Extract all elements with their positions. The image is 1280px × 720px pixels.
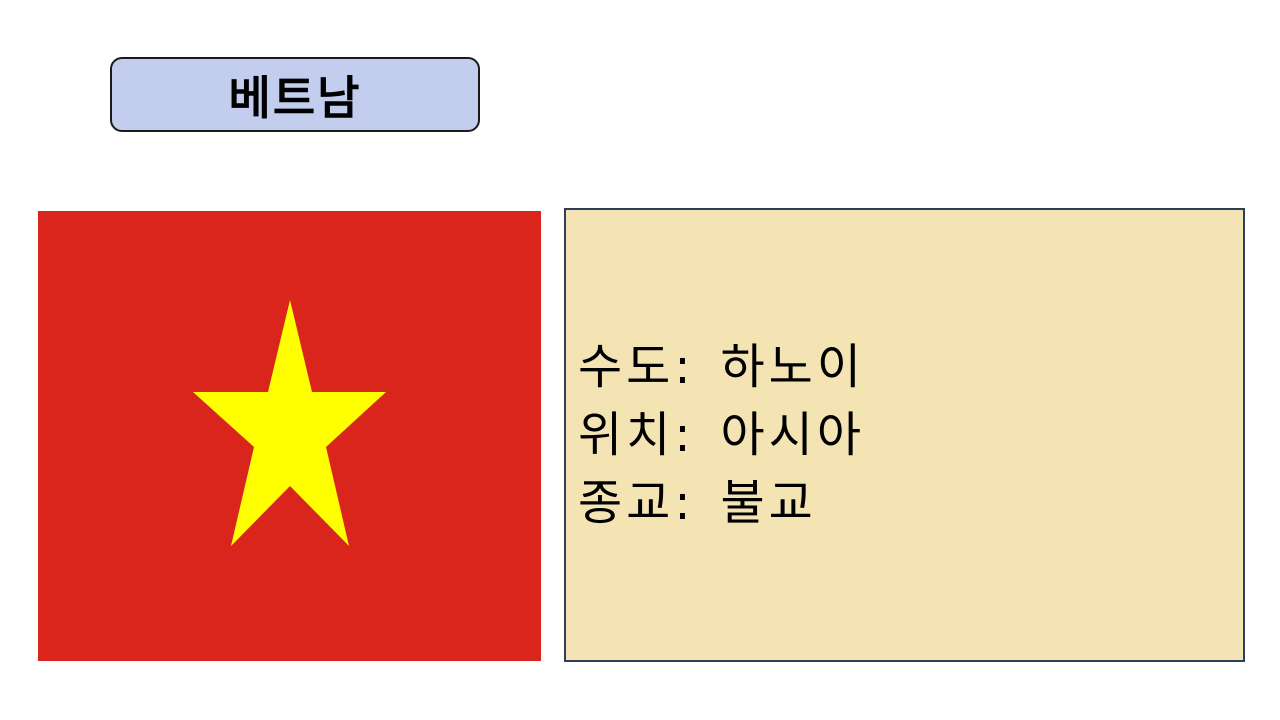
info-line-location: 위치: 아시아 [578, 401, 1243, 469]
country-title: 베트남 [228, 70, 362, 125]
info-box: 수도: 하노이 위치: 아시아 종교: 불교 [564, 208, 1245, 662]
info-label: 수도 [578, 339, 675, 395]
info-label: 종교 [578, 475, 675, 531]
slide: 베트남 수도: 하노이 위치: 아시아 종교: 불교 [0, 0, 1280, 720]
vietnam-flag-icon [38, 211, 541, 661]
info-value: 아시아 [720, 407, 865, 463]
info-label: 위치 [578, 407, 675, 463]
info-line-capital: 수도: 하노이 [578, 333, 1243, 401]
info-value: 불교 [720, 475, 817, 531]
info-line-religion: 종교: 불교 [578, 469, 1243, 537]
title-box: 베트남 [110, 57, 480, 132]
info-value: 하노이 [720, 339, 865, 395]
